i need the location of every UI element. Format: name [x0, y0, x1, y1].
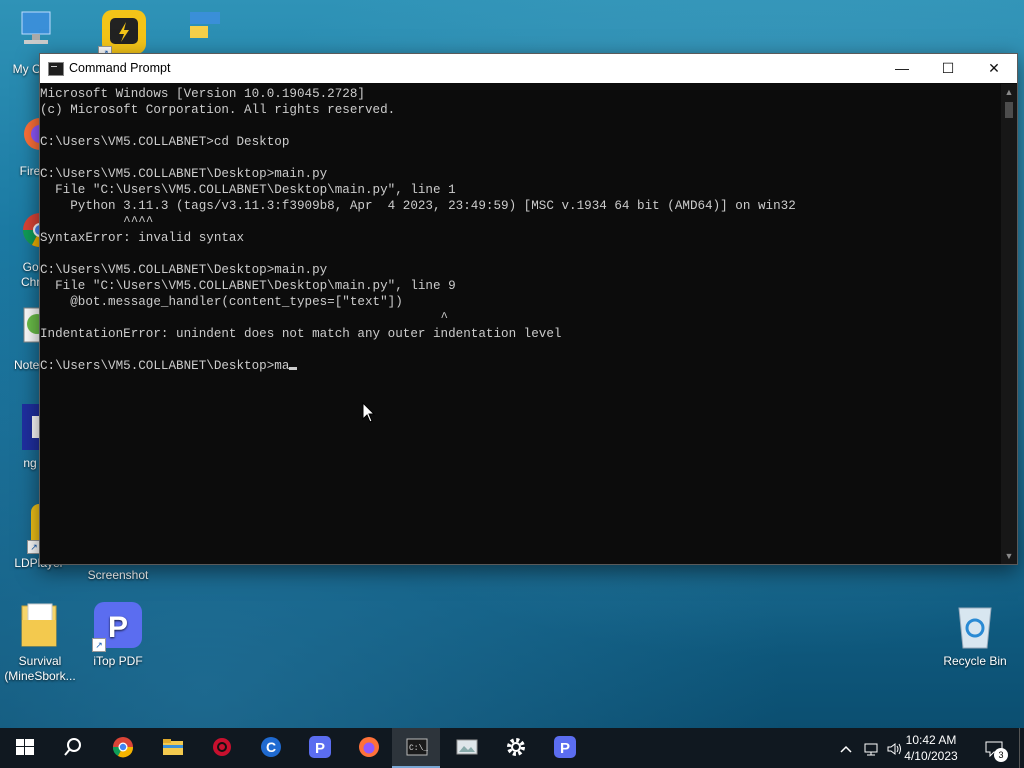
itop-pdf-icon: P [309, 736, 331, 758]
computer-icon [6, 10, 54, 58]
desktop-icon-label: Recycle Bin [943, 654, 1007, 668]
console-line: File "C:\Users\VM5.COLLABNET\Desktop\mai… [40, 183, 456, 197]
desktop-icon-label: ng [23, 456, 37, 470]
shortcut-arrow-icon: ↗ [92, 638, 106, 652]
chevron-up-icon [840, 745, 852, 753]
search-icon [64, 738, 81, 756]
console-line: SyntaxError: invalid syntax [40, 231, 245, 245]
svg-text:C:\_: C:\_ [409, 744, 428, 753]
desktop-icon-label: Fire [19, 164, 41, 178]
desktop-icon-itop-pdf[interactable]: P ↗ iTop PDF [78, 602, 158, 669]
scroll-down-icon[interactable]: ▼ [1004, 551, 1014, 561]
minimize-button[interactable]: — [879, 54, 925, 83]
gear-icon [507, 738, 525, 756]
recycle-bin-icon [951, 602, 999, 650]
console-text: Microsoft Windows [Version 10.0.19045.27… [40, 84, 1001, 374]
vertical-scrollbar[interactable]: ▲ ▼ [1001, 84, 1017, 564]
desktop-icon-label: Survival (MineSbork... [4, 654, 76, 683]
desktop-icon-recycle-bin[interactable]: Recycle Bin [935, 602, 1015, 669]
taskbar-firefox[interactable] [344, 728, 392, 768]
desktop-icon-label: iTop PDF [93, 654, 143, 668]
desktop-icon-survival-folder[interactable]: Survival (MineSbork... [0, 602, 80, 684]
taskbar: C P C:\_ P 10:42 AM 4/10/2023 3 [0, 728, 1024, 768]
taskbar-file-explorer[interactable] [148, 728, 196, 768]
taskbar-settings[interactable] [491, 728, 539, 768]
console-line: C:\Users\VM5.COLLABNET\Desktop>main.py [40, 167, 328, 181]
window-title: Command Prompt [69, 61, 171, 75]
title-bar[interactable]: Command Prompt — ☐ ✕ [40, 54, 1017, 83]
action-center-button[interactable]: 3 [978, 728, 1010, 768]
gear-red-icon [213, 738, 231, 756]
maximize-button[interactable]: ☐ [925, 54, 971, 83]
taskbar-command-prompt[interactable]: C:\_ [392, 728, 440, 768]
show-desktop-button[interactable] [1019, 728, 1024, 768]
desktop-icon-label: Screenshot [87, 568, 149, 582]
scroll-up-icon[interactable]: ▲ [1004, 87, 1014, 97]
text-cursor [289, 367, 298, 370]
scrollbar-thumb[interactable] [1005, 102, 1013, 118]
ldplayer-icon: ↗ [98, 10, 148, 60]
taskbar-photo-viewer[interactable] [442, 728, 490, 768]
console-line: @bot.message_handler(content_types=["tex… [40, 295, 403, 309]
clock-time: 10:42 AM [905, 733, 957, 747]
close-button[interactable]: ✕ [971, 54, 1017, 83]
desktop-icon-screenshot[interactable]: Screenshot [78, 568, 158, 583]
console-line: ^ [40, 311, 449, 325]
notification-count-badge: 3 [994, 748, 1008, 762]
svg-text:P: P [108, 611, 128, 644]
network-icon [864, 743, 878, 756]
mouse-pointer-icon [362, 402, 376, 423]
ccleaner-icon: C [261, 737, 281, 757]
console-output[interactable]: Microsoft Windows [Version 10.0.19045.27… [40, 84, 1001, 564]
firefox-icon [359, 737, 379, 757]
clock[interactable]: 10:42 AM 4/10/2023 [896, 732, 966, 764]
itop-pdf-icon: P [554, 736, 576, 758]
console-line: ^^^^ [40, 215, 154, 229]
console-line: Microsoft Windows [Version 10.0.19045.27… [40, 87, 365, 101]
taskbar-red-app[interactable] [197, 728, 245, 768]
console-line: IndentationError: unindent does not matc… [40, 327, 562, 341]
taskbar-chrome[interactable] [98, 728, 146, 768]
console-line: C:\Users\VM5.COLLABNET\Desktop>main.py [40, 263, 328, 277]
clock-date: 4/10/2023 [904, 749, 958, 763]
taskbar-ccleaner[interactable]: C [246, 728, 294, 768]
itop-pdf-icon: P ↗ [92, 602, 142, 652]
console-line: C:\Users\VM5.COLLABNET\Desktop>ma [40, 358, 1001, 374]
console-line: File "C:\Users\VM5.COLLABNET\Desktop\mai… [40, 279, 456, 293]
folder-icon [16, 602, 64, 650]
console-line: Python 3.11.3 (tags/v3.11.3:f3909b8, Apr… [40, 199, 796, 213]
app-icon [176, 10, 224, 58]
network-button[interactable] [860, 728, 882, 768]
photo-viewer-icon [456, 739, 478, 755]
windows-logo-icon [16, 739, 34, 755]
console-line: C:\Users\VM5.COLLABNET>cd Desktop [40, 135, 290, 149]
command-prompt-icon [48, 62, 64, 76]
chrome-icon [112, 737, 134, 758]
console-line: (c) Microsoft Corporation. All rights re… [40, 103, 396, 117]
svg-text:C: C [266, 739, 276, 755]
taskbar-itop-pdf[interactable]: P [295, 728, 343, 768]
show-hidden-icons-button[interactable] [836, 728, 856, 768]
taskbar-itop-pdf-2[interactable]: P [540, 728, 588, 768]
svg-text:P: P [560, 740, 570, 757]
folder-icon [163, 739, 183, 755]
start-button[interactable] [0, 728, 48, 768]
search-button[interactable] [48, 728, 96, 768]
command-prompt-icon: C:\_ [406, 738, 428, 756]
command-prompt-window[interactable]: Command Prompt — ☐ ✕ Microsoft Windows [… [39, 53, 1018, 565]
svg-text:P: P [315, 740, 325, 757]
